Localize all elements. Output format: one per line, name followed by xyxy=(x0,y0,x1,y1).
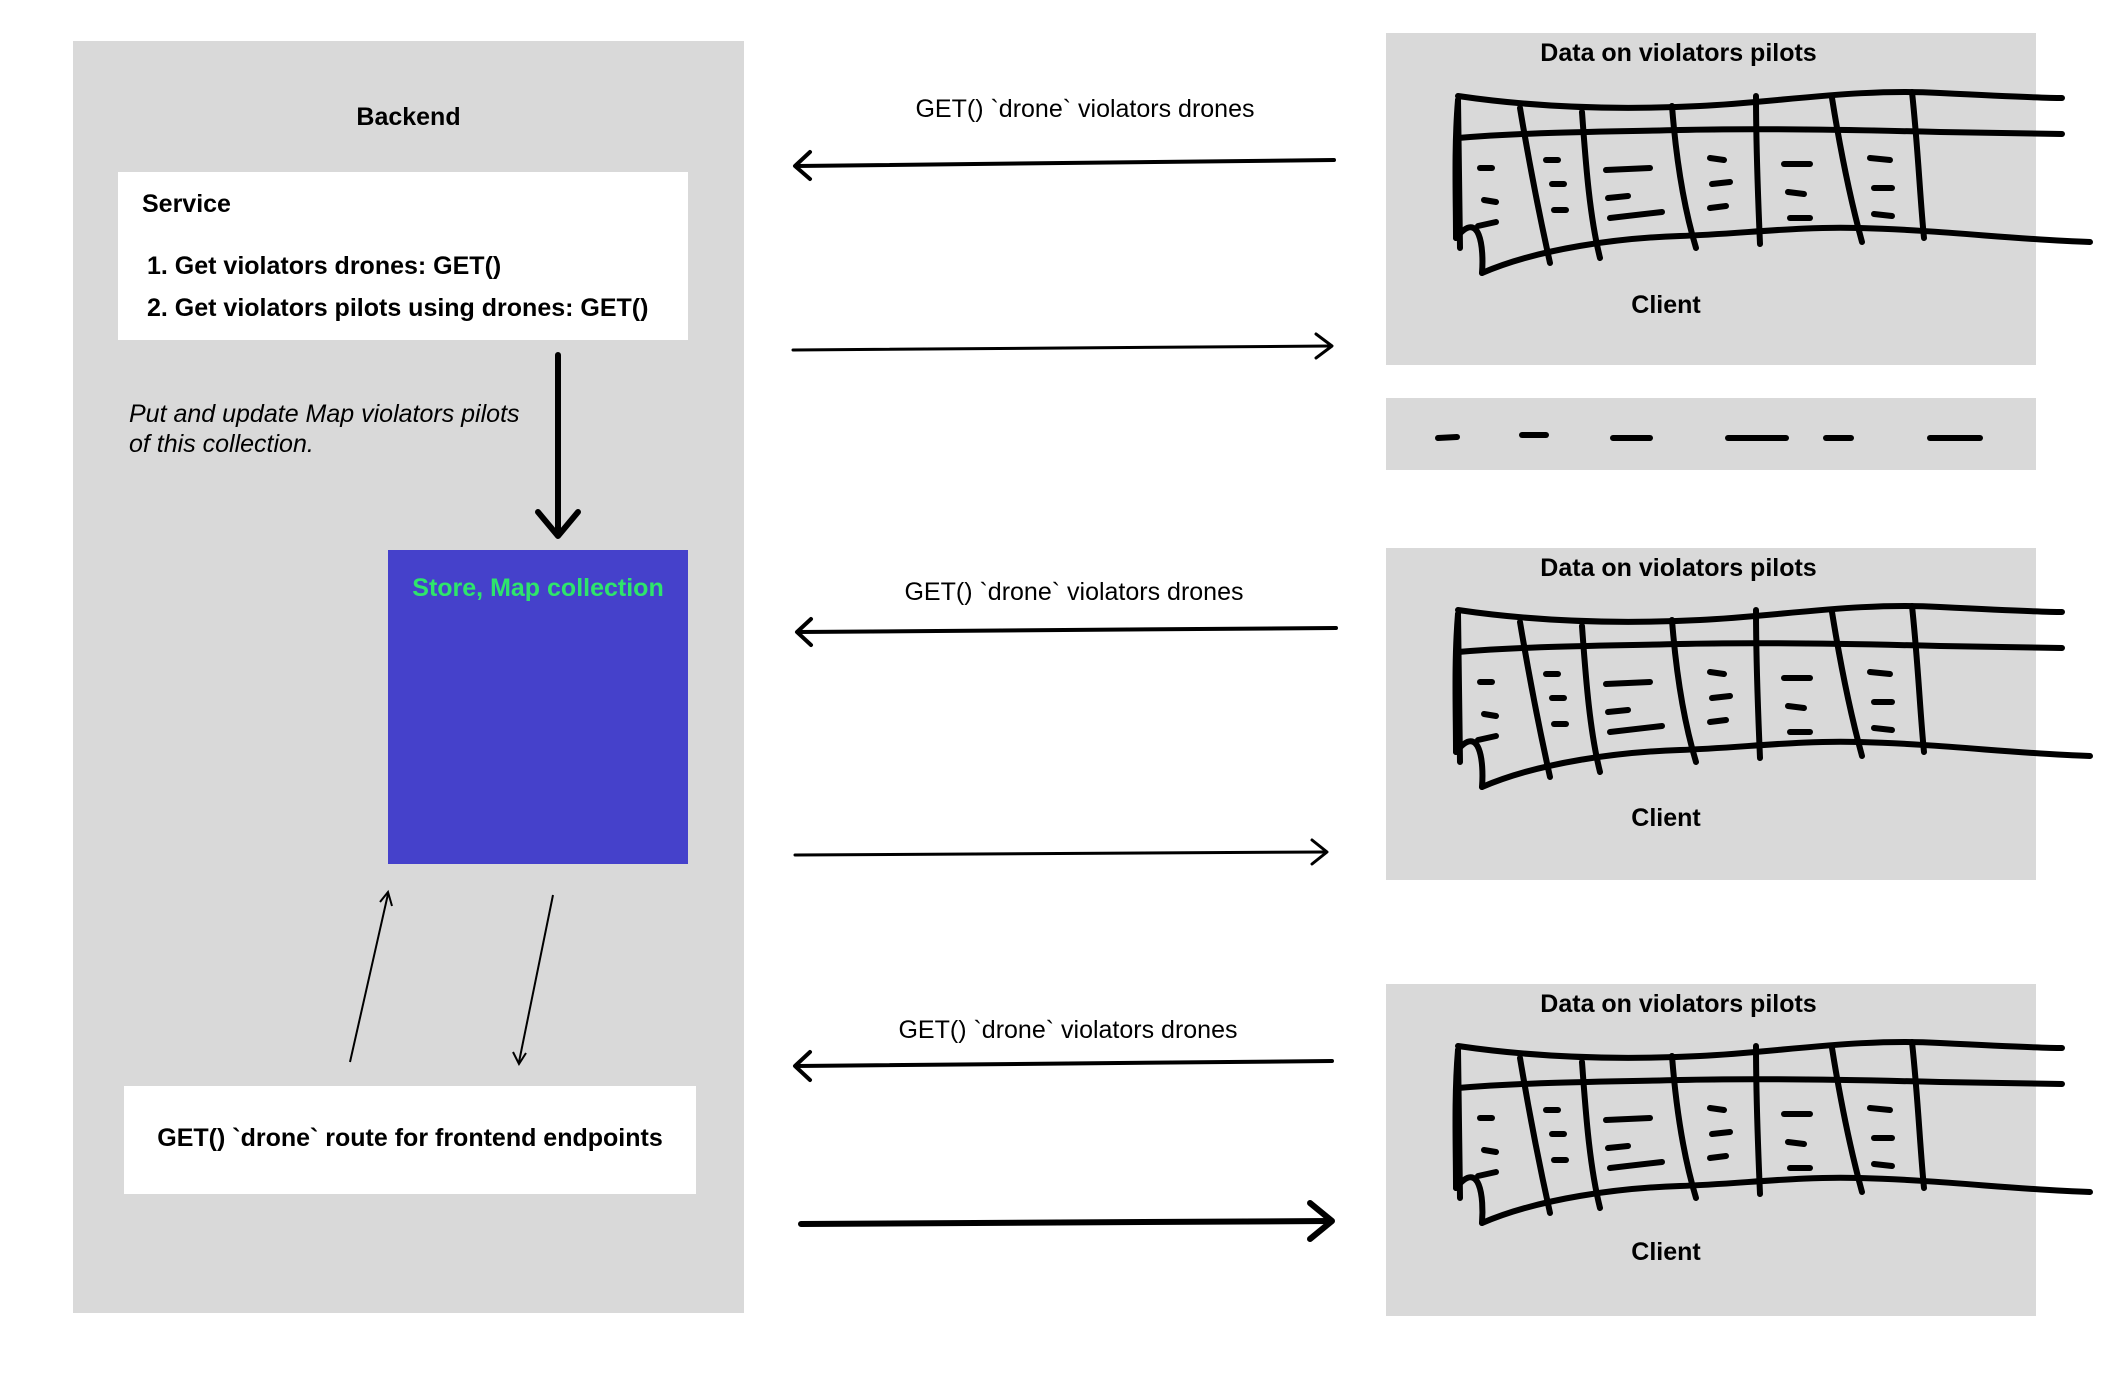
client-3-footer: Client xyxy=(1631,1238,1701,1266)
service-step-2: 2. Get violators pilots using drones: GE… xyxy=(147,294,649,322)
store-map-collection: Store, Map collection xyxy=(388,550,688,864)
flow-3-request-label: GET() `drone` violators drones xyxy=(898,1016,1238,1044)
service-box: Service 1. Get violators drones: GET() 2… xyxy=(118,172,688,340)
client-1-footer: Client xyxy=(1631,291,1701,319)
client-1-header: Data on violators pilots xyxy=(1540,39,1817,67)
frontend-route-box: GET() `drone` route for frontend endpoin… xyxy=(124,1086,696,1194)
service-step-1: 1. Get violators drones: GET() xyxy=(147,252,502,280)
route-label: GET() `drone` route for frontend endpoin… xyxy=(157,1124,663,1152)
flow-2-request-label: GET() `drone` violators drones xyxy=(904,578,1244,606)
client-2-footer: Client xyxy=(1631,804,1701,832)
backend-title: Backend xyxy=(356,103,461,131)
flow-1-request-label: GET() `drone` violators drones xyxy=(915,95,1255,123)
store-update-note-line-1: Put and update Map violators pilots xyxy=(129,400,520,428)
store-label: Store, Map collection xyxy=(412,574,664,602)
client-panel-2: Data on violators pilots Client xyxy=(1386,548,2036,880)
client-panel-1: Data on violators pilots Client xyxy=(1386,33,2036,365)
store-update-note-line-2: of this collection. xyxy=(129,430,314,458)
client-2-header: Data on violators pilots xyxy=(1540,554,1817,582)
collapsed-client-bar xyxy=(1386,398,2036,470)
service-title: Service xyxy=(142,190,231,218)
client-panel-3: Data on violators pilots Client xyxy=(1386,984,2036,1316)
client-3-header: Data on violators pilots xyxy=(1540,990,1817,1018)
